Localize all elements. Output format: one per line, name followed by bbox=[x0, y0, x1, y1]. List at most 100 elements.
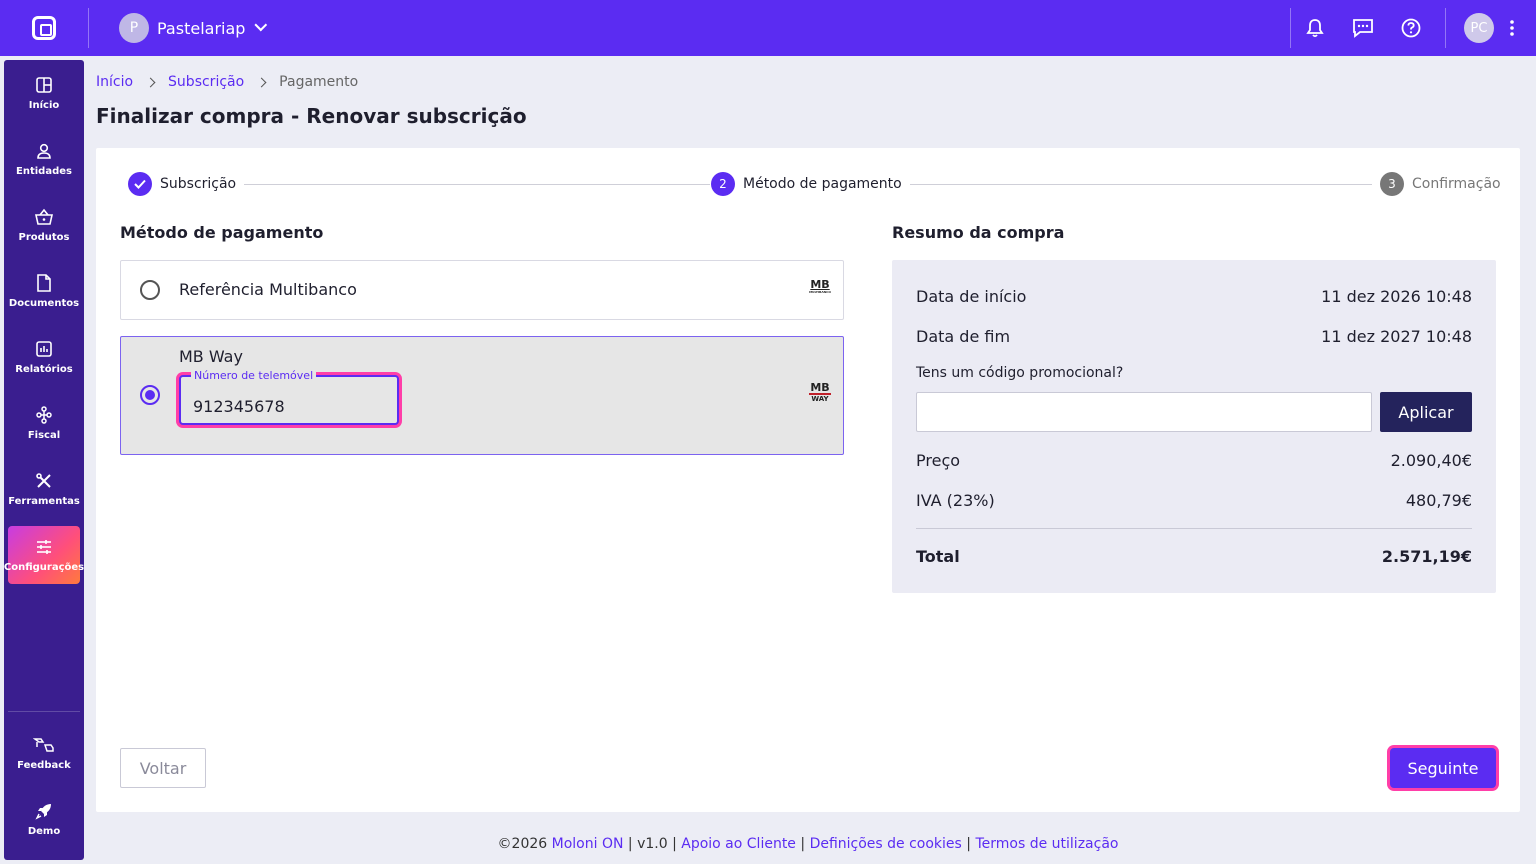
step-number: 2 bbox=[711, 172, 735, 196]
back-button[interactable]: Voltar bbox=[120, 748, 206, 788]
sidebar-item-ferramentas[interactable]: Ferramentas bbox=[4, 456, 84, 522]
radio-mbway[interactable] bbox=[140, 385, 160, 405]
sidebar-item-label: Configurações bbox=[3, 561, 85, 573]
sidebar: Início Entidades Produtos Documentos Rel… bbox=[4, 60, 84, 860]
summary-row-end: Data de fim 11 dez 2027 10:48 bbox=[916, 327, 1472, 346]
breadcrumb-home[interactable]: Início bbox=[96, 74, 133, 90]
footer-version: v1.0 bbox=[637, 836, 668, 852]
more-options-icon[interactable] bbox=[1502, 0, 1522, 56]
payment-option-label: MB Way bbox=[179, 347, 243, 366]
promo-code-label: Tens um código promocional? bbox=[916, 365, 1124, 381]
mbway-logo: MB WAY bbox=[809, 381, 831, 404]
payment-method-title: Método de pagamento bbox=[120, 223, 324, 242]
sidebar-item-feedback[interactable]: Feedback bbox=[4, 720, 84, 786]
price-value: 2.090,40€ bbox=[1390, 451, 1472, 470]
mb-logo-subtext: MULTIBANCO bbox=[809, 290, 831, 294]
step-label: Subscrição bbox=[160, 176, 237, 192]
page-title: Finalizar compra - Renovar subscrição bbox=[96, 104, 527, 128]
footer-copyright: ©2026 bbox=[497, 836, 548, 852]
apply-promo-button[interactable]: Aplicar bbox=[1380, 392, 1472, 432]
total-label: Total bbox=[916, 547, 960, 566]
chevron-right-icon bbox=[256, 77, 267, 87]
footer-support-link[interactable]: Apoio ao Cliente bbox=[681, 836, 796, 852]
summary-row-start: Data de início 11 dez 2026 10:48 bbox=[916, 287, 1472, 306]
breadcrumb-subscription[interactable]: Subscrição bbox=[168, 74, 244, 90]
stepper: Subscrição 2 Método de pagamento 3 Confi… bbox=[128, 172, 1501, 196]
sidebar-item-configuracoes[interactable]: Configurações bbox=[4, 526, 84, 584]
document-icon bbox=[37, 273, 51, 292]
checkout-card: Subscrição 2 Método de pagamento 3 Confi… bbox=[96, 148, 1520, 812]
chart-icon bbox=[36, 340, 52, 357]
hierarchy-icon bbox=[36, 405, 52, 424]
step-label: Método de pagamento bbox=[743, 176, 902, 192]
mb-logo-text: MB bbox=[810, 278, 830, 291]
summary-row-total: Total 2.571,19€ bbox=[916, 547, 1472, 566]
grid-icon bbox=[36, 76, 52, 93]
sidebar-item-label: Ferramentas bbox=[8, 495, 80, 507]
footer-cookies-link[interactable]: Definições de cookies bbox=[810, 836, 962, 852]
phone-number-field[interactable]: Número de telemóvel 912345678 bbox=[179, 369, 399, 425]
help-icon[interactable] bbox=[1387, 0, 1435, 56]
topbar-divider bbox=[88, 8, 89, 48]
step-number: 3 bbox=[1380, 172, 1404, 196]
multibanco-logo: MB MULTIBANCO bbox=[809, 278, 831, 295]
step-metodo-pagamento: 2 Método de pagamento bbox=[710, 172, 910, 196]
sidebar-item-relatorios[interactable]: Relatórios bbox=[4, 324, 84, 390]
rocket-icon bbox=[35, 803, 51, 820]
summary-row-price: Preço 2.090,40€ bbox=[916, 451, 1472, 470]
sidebar-item-label: Demo bbox=[27, 825, 61, 837]
sidebar-item-label: Relatórios bbox=[15, 363, 73, 375]
promo-code-input[interactable] bbox=[916, 392, 1372, 432]
notifications-bell-icon[interactable] bbox=[1291, 0, 1339, 56]
sidebar-item-label: Início bbox=[28, 99, 60, 111]
summary-row-vat: IVA (23%) 480,79€ bbox=[916, 491, 1472, 510]
messages-icon[interactable] bbox=[1339, 0, 1387, 56]
sidebar-item-documentos[interactable]: Documentos bbox=[4, 258, 84, 324]
step-label: Confirmação bbox=[1412, 176, 1501, 192]
person-icon bbox=[37, 143, 51, 159]
purchase-summary: Data de início 11 dez 2026 10:48 Data de… bbox=[892, 260, 1496, 593]
logo-icon bbox=[32, 16, 56, 40]
payment-option-multibanco[interactable]: Referência Multibanco MB MULTIBANCO bbox=[120, 260, 844, 320]
sliders-icon bbox=[37, 539, 51, 554]
sidebar-item-produtos[interactable]: Produtos bbox=[4, 192, 84, 258]
footer-separator: | bbox=[672, 836, 677, 852]
vat-label: IVA (23%) bbox=[916, 491, 995, 510]
end-date-value: 11 dez 2027 10:48 bbox=[1321, 327, 1472, 346]
step-subscricao[interactable]: Subscrição bbox=[128, 172, 245, 196]
company-selector[interactable]: P Pastelariap bbox=[119, 13, 268, 43]
sidebar-item-entidades[interactable]: Entidades bbox=[4, 126, 84, 192]
feedback-icon bbox=[33, 737, 54, 752]
chevron-down-icon bbox=[254, 18, 268, 31]
promo-label-row: Tens um código promocional? bbox=[916, 365, 1472, 381]
sidebar-item-label: Entidades bbox=[16, 165, 72, 177]
payment-option-mbway[interactable]: MB Way Número de telemóvel 912345678 MB … bbox=[120, 336, 844, 455]
total-value: 2.571,19€ bbox=[1381, 547, 1472, 566]
step-confirmacao: 3 Confirmação bbox=[1372, 172, 1501, 196]
user-avatar[interactable]: PC bbox=[1464, 13, 1494, 43]
company-avatar: P bbox=[119, 13, 149, 43]
phone-field-value[interactable]: 912345678 bbox=[193, 397, 285, 416]
start-date-label: Data de início bbox=[916, 287, 1027, 306]
mb-logo-text: MB bbox=[809, 381, 831, 395]
footer-separator: | bbox=[800, 836, 806, 852]
stepper-line bbox=[244, 184, 714, 185]
sidebar-item-label: Documentos bbox=[8, 297, 80, 309]
topbar-divider bbox=[1445, 8, 1446, 48]
footer-brand-link[interactable]: Moloni ON bbox=[552, 836, 624, 852]
breadcrumb: Início Subscrição Pagamento bbox=[96, 74, 358, 90]
mb-logo-subtext: WAY bbox=[811, 395, 829, 403]
sidebar-item-fiscal[interactable]: Fiscal bbox=[4, 390, 84, 456]
radio-multibanco[interactable] bbox=[140, 280, 160, 300]
end-date-label: Data de fim bbox=[916, 327, 1011, 346]
sidebar-item-inicio[interactable]: Início bbox=[4, 60, 84, 126]
app-logo[interactable] bbox=[0, 0, 88, 56]
summary-title: Resumo da compra bbox=[892, 223, 1065, 242]
price-label: Preço bbox=[916, 451, 961, 470]
next-button[interactable]: Seguinte bbox=[1390, 748, 1496, 788]
footer-terms-link[interactable]: Termos de utilização bbox=[975, 836, 1118, 852]
sidebar-divider bbox=[8, 711, 80, 712]
start-date-value: 11 dez 2026 10:48 bbox=[1321, 287, 1472, 306]
company-name: Pastelariap bbox=[157, 18, 246, 38]
footer-separator: | bbox=[966, 836, 972, 852]
